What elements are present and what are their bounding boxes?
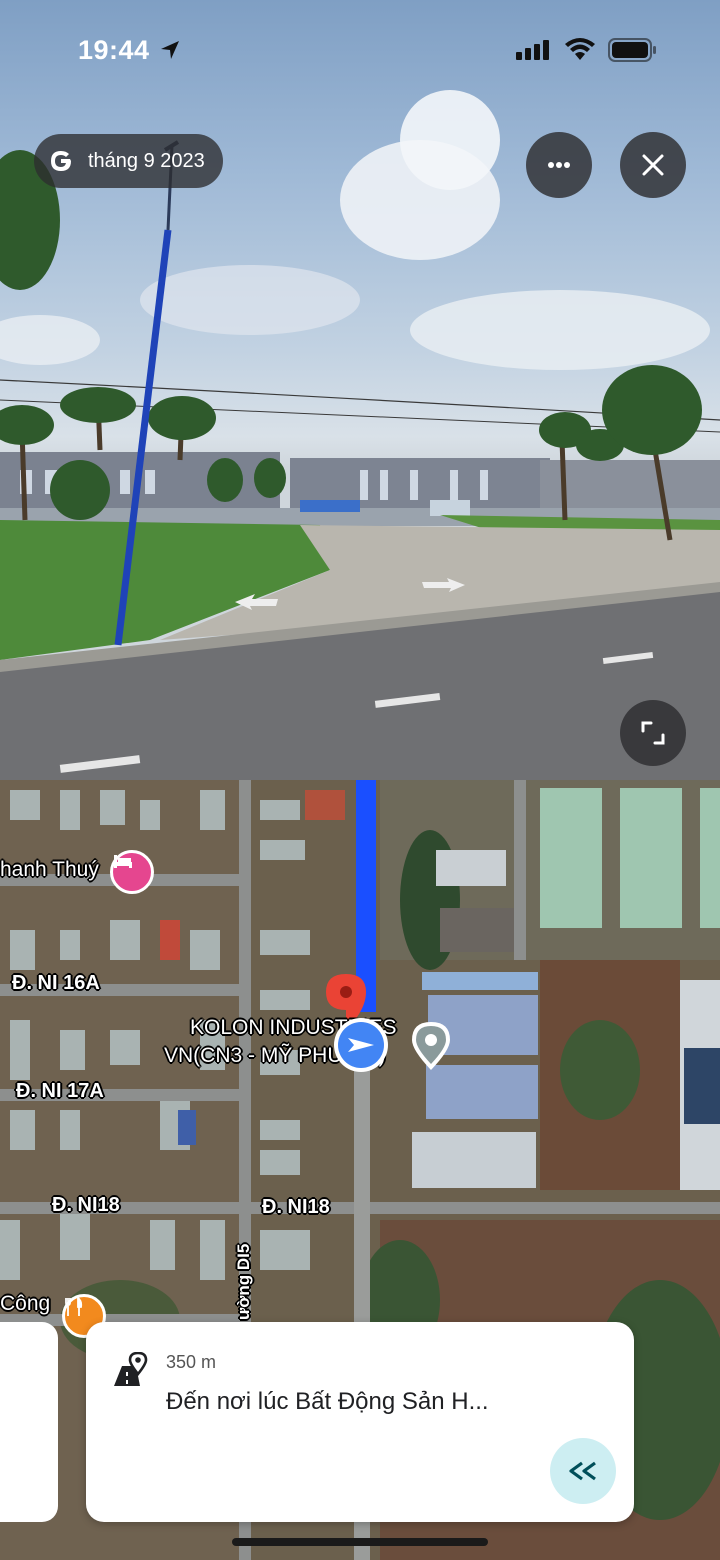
hotel-label: hanh Thuý [0, 858, 99, 881]
rewind-button[interactable] [550, 1438, 616, 1504]
google-g-icon [51, 151, 71, 171]
battery-icon [608, 38, 656, 62]
close-button[interactable] [620, 132, 686, 198]
status-time-text: 19:44 [78, 34, 150, 65]
road-label-ni16a: Đ. NI 16A [12, 972, 100, 994]
home-indicator [232, 1538, 488, 1546]
road-label-di5: ường DI5 [234, 1243, 253, 1320]
street-view-panorama[interactable]: 19:44 tháng 9 2023 [0, 0, 720, 780]
status-time: 19:44 [78, 28, 182, 72]
fork-knife-icon [65, 1297, 83, 1316]
more-dots-icon [548, 162, 570, 168]
capture-date-text: tháng 9 2023 [88, 149, 205, 172]
rewind-icon [569, 1461, 596, 1481]
step-instruction: Đến nơi lúc Bất Động Sản H... [166, 1388, 489, 1415]
expand-icon [641, 721, 665, 745]
location-arrow-icon [160, 41, 179, 59]
status-icons [516, 28, 658, 72]
more-options-button[interactable] [526, 132, 592, 198]
place-pin-icon[interactable] [410, 1020, 452, 1072]
destination-route-icon [114, 1352, 148, 1386]
hotel-poi[interactable] [110, 850, 154, 894]
road-label-ni18-right: Đ. NI18 [262, 1196, 330, 1218]
expand-button[interactable] [620, 700, 686, 766]
close-icon [642, 154, 664, 176]
road-label-ni18-left: Đ. NI18 [52, 1194, 120, 1216]
street-scene [0, 90, 720, 780]
current-location-marker [334, 1018, 388, 1072]
previous-step-card[interactable] [0, 1322, 58, 1522]
bed-icon [114, 855, 132, 868]
step-distance: 350 m [166, 1352, 217, 1372]
cellular-signal-icon [516, 40, 549, 60]
capture-date-pill[interactable]: tháng 9 2023 [34, 134, 223, 188]
wifi-icon [565, 38, 595, 60]
road-label-ni17a: Đ. NI 17A [16, 1080, 104, 1102]
navigation-step-card[interactable]: 350 m Đến nơi lúc Bất Động Sản H... [86, 1322, 634, 1522]
poi-cong-label: Công [0, 1292, 51, 1315]
